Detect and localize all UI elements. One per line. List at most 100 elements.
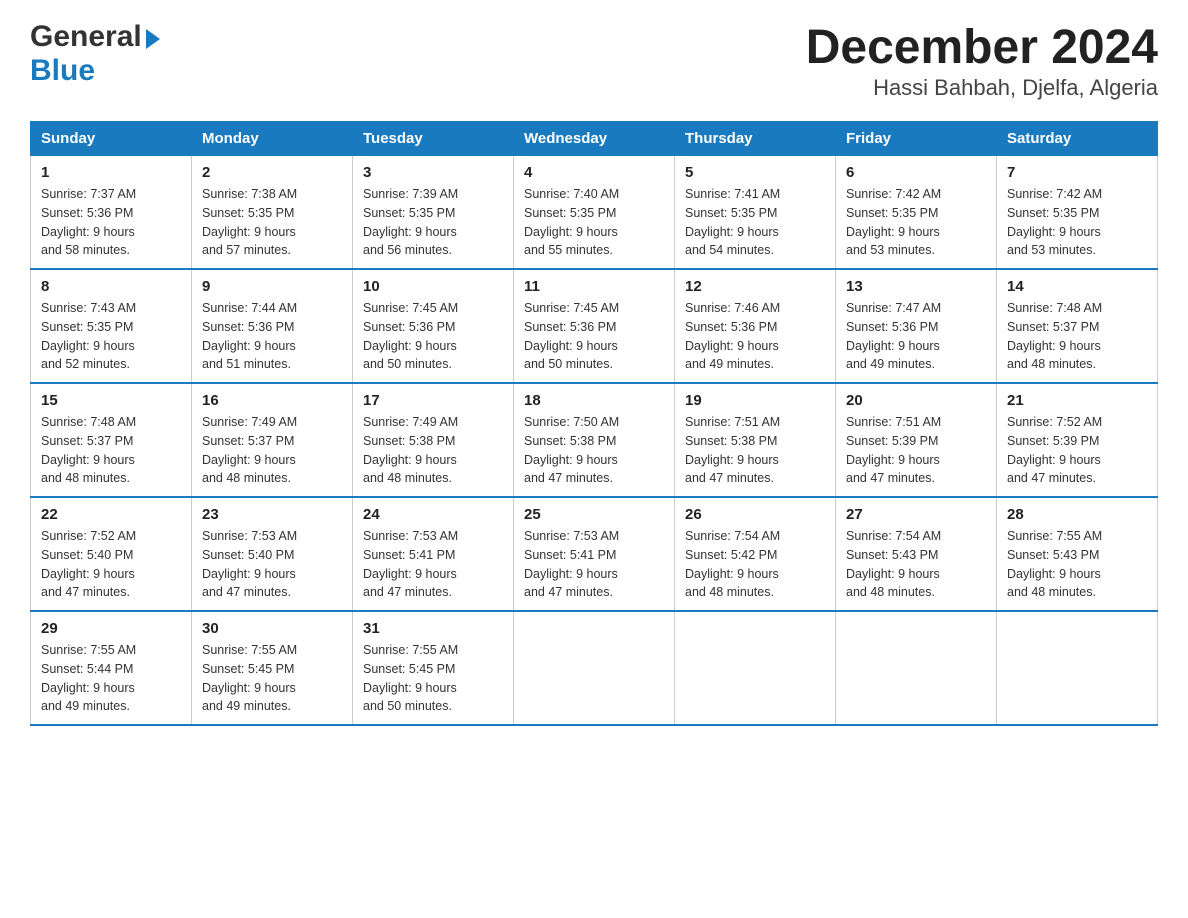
calendar-week-5: 29 Sunrise: 7:55 AM Sunset: 5:44 PM Dayl…: [31, 611, 1158, 725]
day-info: Sunrise: 7:50 AM Sunset: 5:38 PM Dayligh…: [524, 413, 664, 488]
day-info: Sunrise: 7:41 AM Sunset: 5:35 PM Dayligh…: [685, 185, 825, 260]
day-number: 27: [846, 506, 986, 523]
day-info: Sunrise: 7:37 AM Sunset: 5:36 PM Dayligh…: [41, 185, 181, 260]
day-number: 15: [41, 392, 181, 409]
logo-text-general: General: [30, 20, 142, 54]
day-info: Sunrise: 7:44 AM Sunset: 5:36 PM Dayligh…: [202, 299, 342, 374]
calendar-cell: 18 Sunrise: 7:50 AM Sunset: 5:38 PM Dayl…: [514, 383, 675, 497]
day-info: Sunrise: 7:51 AM Sunset: 5:39 PM Dayligh…: [846, 413, 986, 488]
calendar-cell: 10 Sunrise: 7:45 AM Sunset: 5:36 PM Dayl…: [353, 269, 514, 383]
day-number: 17: [363, 392, 503, 409]
calendar-cell: 5 Sunrise: 7:41 AM Sunset: 5:35 PM Dayli…: [675, 156, 836, 270]
calendar-cell: 19 Sunrise: 7:51 AM Sunset: 5:38 PM Dayl…: [675, 383, 836, 497]
day-info: Sunrise: 7:54 AM Sunset: 5:43 PM Dayligh…: [846, 527, 986, 602]
day-number: 22: [41, 506, 181, 523]
day-header-monday: Monday: [192, 122, 353, 156]
day-number: 20: [846, 392, 986, 409]
calendar-week-3: 15 Sunrise: 7:48 AM Sunset: 5:37 PM Dayl…: [31, 383, 1158, 497]
calendar-cell: 20 Sunrise: 7:51 AM Sunset: 5:39 PM Dayl…: [836, 383, 997, 497]
calendar-cell: [675, 611, 836, 725]
day-number: 29: [41, 620, 181, 637]
day-number: 8: [41, 278, 181, 295]
calendar-cell: 22 Sunrise: 7:52 AM Sunset: 5:40 PM Dayl…: [31, 497, 192, 611]
day-info: Sunrise: 7:49 AM Sunset: 5:37 PM Dayligh…: [202, 413, 342, 488]
calendar-cell: 13 Sunrise: 7:47 AM Sunset: 5:36 PM Dayl…: [836, 269, 997, 383]
calendar-cell: 30 Sunrise: 7:55 AM Sunset: 5:45 PM Dayl…: [192, 611, 353, 725]
day-number: 7: [1007, 164, 1147, 181]
calendar-cell: 11 Sunrise: 7:45 AM Sunset: 5:36 PM Dayl…: [514, 269, 675, 383]
day-number: 6: [846, 164, 986, 181]
calendar-cell: 12 Sunrise: 7:46 AM Sunset: 5:36 PM Dayl…: [675, 269, 836, 383]
day-number: 3: [363, 164, 503, 181]
day-info: Sunrise: 7:47 AM Sunset: 5:36 PM Dayligh…: [846, 299, 986, 374]
page-header: General Blue December 2024 Hassi Bahbah,…: [30, 20, 1158, 101]
day-info: Sunrise: 7:45 AM Sunset: 5:36 PM Dayligh…: [524, 299, 664, 374]
day-number: 21: [1007, 392, 1147, 409]
day-number: 12: [685, 278, 825, 295]
calendar-cell: 7 Sunrise: 7:42 AM Sunset: 5:35 PM Dayli…: [997, 156, 1158, 270]
day-number: 16: [202, 392, 342, 409]
day-number: 18: [524, 392, 664, 409]
calendar-cell: 16 Sunrise: 7:49 AM Sunset: 5:37 PM Dayl…: [192, 383, 353, 497]
logo-text-blue: Blue: [30, 54, 160, 88]
day-header-tuesday: Tuesday: [353, 122, 514, 156]
day-header-wednesday: Wednesday: [514, 122, 675, 156]
day-info: Sunrise: 7:46 AM Sunset: 5:36 PM Dayligh…: [685, 299, 825, 374]
day-info: Sunrise: 7:55 AM Sunset: 5:45 PM Dayligh…: [363, 641, 503, 716]
calendar-title: December 2024: [806, 20, 1158, 75]
day-info: Sunrise: 7:48 AM Sunset: 5:37 PM Dayligh…: [1007, 299, 1147, 374]
calendar-week-1: 1 Sunrise: 7:37 AM Sunset: 5:36 PM Dayli…: [31, 156, 1158, 270]
day-info: Sunrise: 7:55 AM Sunset: 5:44 PM Dayligh…: [41, 641, 181, 716]
calendar-cell: 21 Sunrise: 7:52 AM Sunset: 5:39 PM Dayl…: [997, 383, 1158, 497]
day-info: Sunrise: 7:45 AM Sunset: 5:36 PM Dayligh…: [363, 299, 503, 374]
calendar-cell: 4 Sunrise: 7:40 AM Sunset: 5:35 PM Dayli…: [514, 156, 675, 270]
calendar-cell: 31 Sunrise: 7:55 AM Sunset: 5:45 PM Dayl…: [353, 611, 514, 725]
calendar-week-4: 22 Sunrise: 7:52 AM Sunset: 5:40 PM Dayl…: [31, 497, 1158, 611]
calendar-cell: 28 Sunrise: 7:55 AM Sunset: 5:43 PM Dayl…: [997, 497, 1158, 611]
logo: General Blue: [30, 20, 160, 88]
calendar-subtitle: Hassi Bahbah, Djelfa, Algeria: [806, 75, 1158, 101]
calendar-cell: 14 Sunrise: 7:48 AM Sunset: 5:37 PM Dayl…: [997, 269, 1158, 383]
day-info: Sunrise: 7:53 AM Sunset: 5:41 PM Dayligh…: [363, 527, 503, 602]
day-number: 1: [41, 164, 181, 181]
title-block: December 2024 Hassi Bahbah, Djelfa, Alge…: [806, 20, 1158, 101]
day-header-sunday: Sunday: [31, 122, 192, 156]
day-info: Sunrise: 7:54 AM Sunset: 5:42 PM Dayligh…: [685, 527, 825, 602]
day-number: 24: [363, 506, 503, 523]
day-info: Sunrise: 7:52 AM Sunset: 5:40 PM Dayligh…: [41, 527, 181, 602]
calendar-cell: [997, 611, 1158, 725]
day-number: 14: [1007, 278, 1147, 295]
day-info: Sunrise: 7:39 AM Sunset: 5:35 PM Dayligh…: [363, 185, 503, 260]
day-number: 5: [685, 164, 825, 181]
calendar-cell: 29 Sunrise: 7:55 AM Sunset: 5:44 PM Dayl…: [31, 611, 192, 725]
day-info: Sunrise: 7:40 AM Sunset: 5:35 PM Dayligh…: [524, 185, 664, 260]
day-header-saturday: Saturday: [997, 122, 1158, 156]
calendar-header-row: SundayMondayTuesdayWednesdayThursdayFrid…: [31, 122, 1158, 156]
day-number: 30: [202, 620, 342, 637]
calendar-week-2: 8 Sunrise: 7:43 AM Sunset: 5:35 PM Dayli…: [31, 269, 1158, 383]
day-info: Sunrise: 7:52 AM Sunset: 5:39 PM Dayligh…: [1007, 413, 1147, 488]
day-info: Sunrise: 7:42 AM Sunset: 5:35 PM Dayligh…: [846, 185, 986, 260]
calendar-cell: [836, 611, 997, 725]
day-number: 19: [685, 392, 825, 409]
calendar-cell: 23 Sunrise: 7:53 AM Sunset: 5:40 PM Dayl…: [192, 497, 353, 611]
calendar-cell: 17 Sunrise: 7:49 AM Sunset: 5:38 PM Dayl…: [353, 383, 514, 497]
day-header-thursday: Thursday: [675, 122, 836, 156]
day-number: 11: [524, 278, 664, 295]
calendar-cell: 2 Sunrise: 7:38 AM Sunset: 5:35 PM Dayli…: [192, 156, 353, 270]
day-info: Sunrise: 7:55 AM Sunset: 5:45 PM Dayligh…: [202, 641, 342, 716]
calendar-cell: 24 Sunrise: 7:53 AM Sunset: 5:41 PM Dayl…: [353, 497, 514, 611]
calendar-cell: 9 Sunrise: 7:44 AM Sunset: 5:36 PM Dayli…: [192, 269, 353, 383]
day-info: Sunrise: 7:51 AM Sunset: 5:38 PM Dayligh…: [685, 413, 825, 488]
day-header-friday: Friday: [836, 122, 997, 156]
day-info: Sunrise: 7:53 AM Sunset: 5:40 PM Dayligh…: [202, 527, 342, 602]
day-info: Sunrise: 7:48 AM Sunset: 5:37 PM Dayligh…: [41, 413, 181, 488]
day-number: 2: [202, 164, 342, 181]
calendar-cell: 26 Sunrise: 7:54 AM Sunset: 5:42 PM Dayl…: [675, 497, 836, 611]
day-number: 26: [685, 506, 825, 523]
day-number: 23: [202, 506, 342, 523]
day-info: Sunrise: 7:55 AM Sunset: 5:43 PM Dayligh…: [1007, 527, 1147, 602]
day-number: 10: [363, 278, 503, 295]
calendar-cell: 27 Sunrise: 7:54 AM Sunset: 5:43 PM Dayl…: [836, 497, 997, 611]
logo-triangle-icon: [146, 29, 160, 49]
